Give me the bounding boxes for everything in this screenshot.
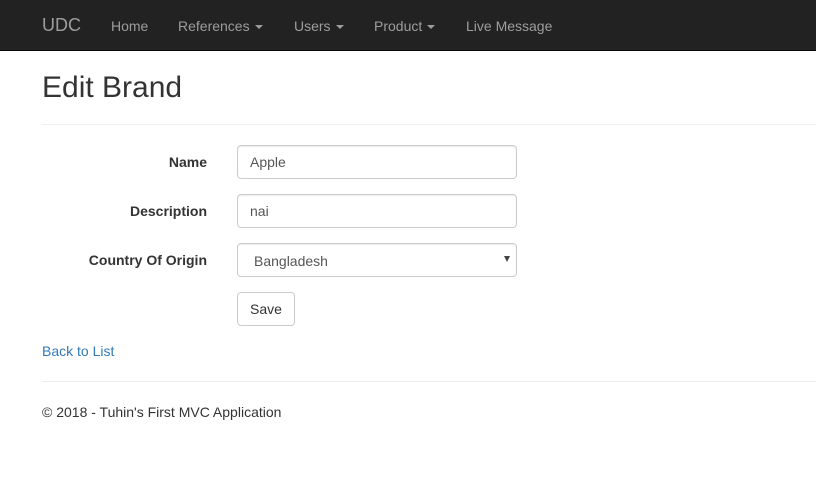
top-navbar: UDC Home References Users Product Live M… — [0, 0, 816, 51]
country-of-origin-label: Country Of Origin — [88, 252, 207, 268]
save-button[interactable]: Save — [237, 292, 295, 326]
nav-item-home-label: Home — [111, 18, 149, 34]
country-of-origin-select[interactable]: Bangladesh — [237, 243, 517, 277]
nav-item-users-label: Users — [294, 18, 331, 34]
name-input[interactable] — [237, 145, 517, 179]
caret-down-icon — [254, 25, 263, 30]
nav-item-live-message-label: Live Message — [466, 18, 553, 34]
navbar-brand-link[interactable]: UDC — [42, 15, 81, 35]
caret-down-icon — [335, 25, 344, 30]
footer-copyright: © 2018 - Tuhin's First MVC Application — [42, 404, 282, 420]
title-divider — [42, 124, 816, 125]
nav-item-references[interactable]: References — [178, 16, 263, 36]
nav-item-users[interactable]: Users — [294, 16, 344, 36]
description-input[interactable] — [237, 194, 517, 228]
nav-item-home[interactable]: Home — [111, 16, 148, 36]
nav-item-product[interactable]: Product — [374, 16, 436, 36]
nav-item-live-message[interactable]: Live Message — [466, 16, 552, 36]
name-label: Name — [168, 154, 207, 170]
page-title: Edit Brand — [42, 71, 183, 104]
nav-item-references-label: References — [178, 18, 250, 34]
footer-divider — [42, 381, 816, 382]
dropdown-arrow-icon — [504, 256, 510, 262]
nav-item-product-label: Product — [374, 18, 423, 34]
caret-down-icon — [427, 25, 436, 30]
country-of-origin-selected-value: Bangladesh — [254, 253, 328, 269]
description-label: Description — [129, 203, 207, 219]
back-to-list-link[interactable]: Back to List — [42, 341, 114, 361]
